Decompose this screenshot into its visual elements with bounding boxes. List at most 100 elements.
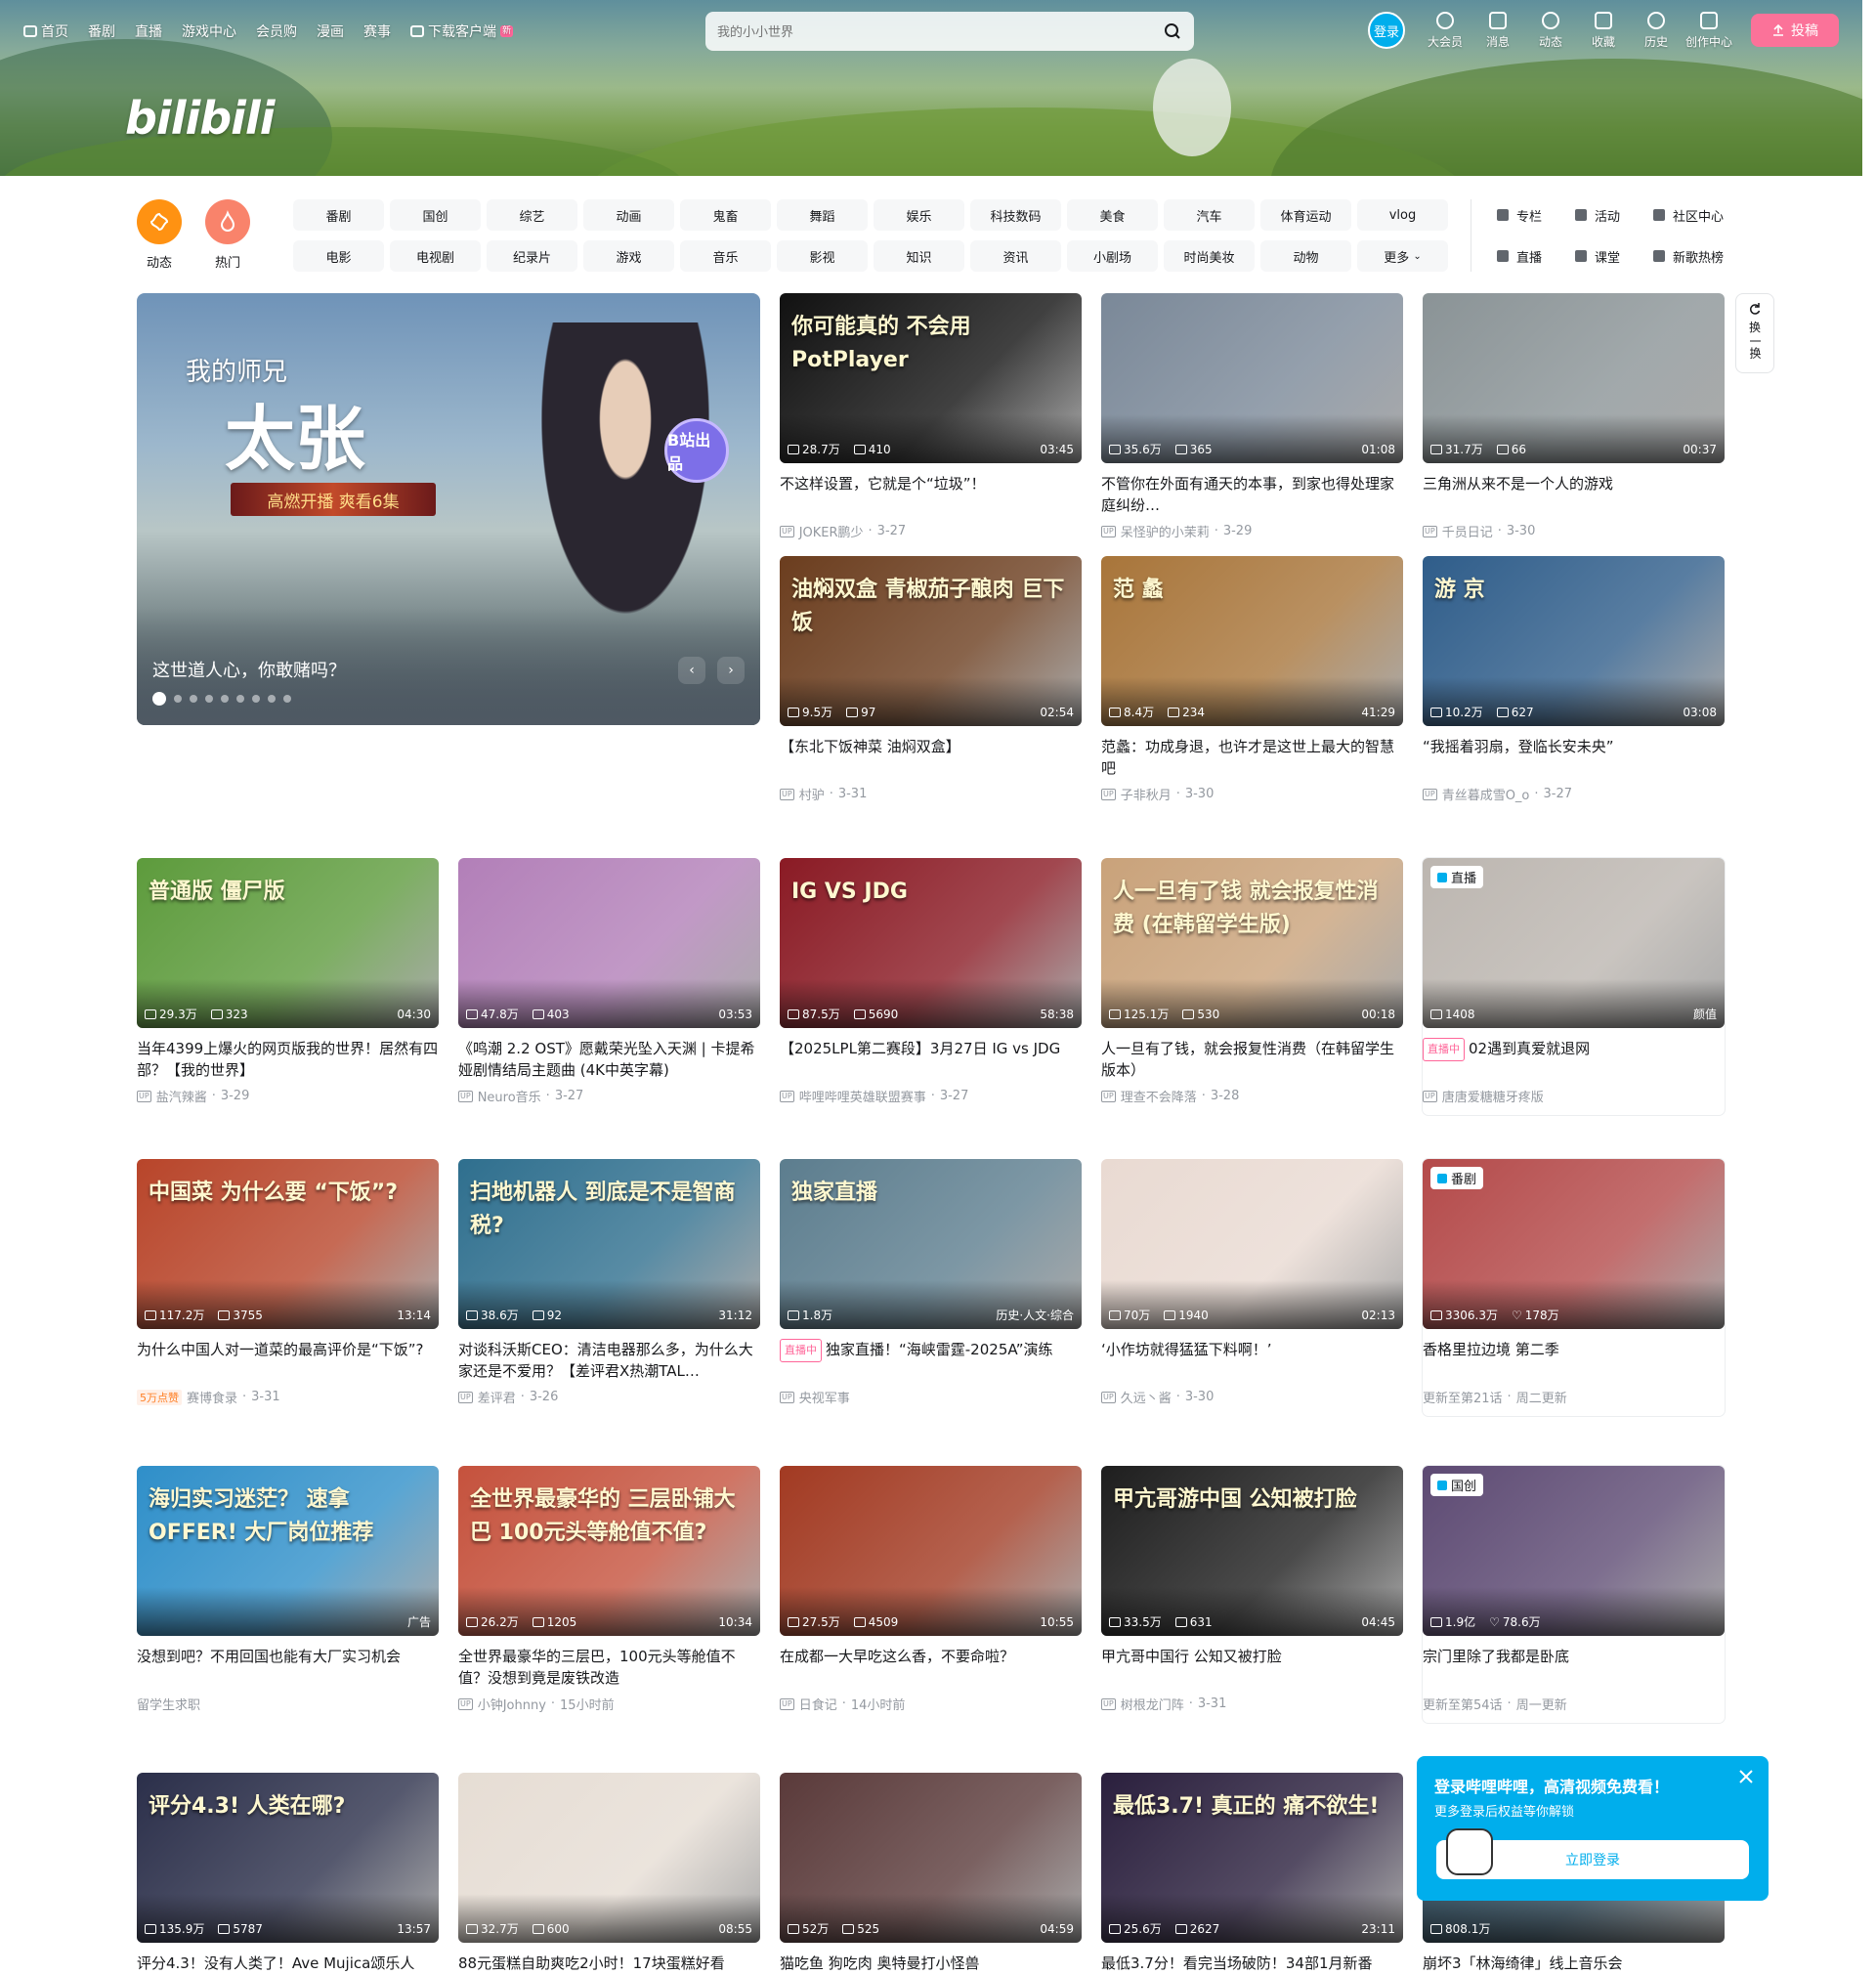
channel-tag[interactable]: 娱乐 — [874, 199, 964, 231]
video-thumbnail[interactable]: 32.7万 600 08:55 — [458, 1773, 760, 1943]
side-link[interactable]: 直播 — [1497, 240, 1575, 272]
side-link[interactable]: 社区中心 — [1653, 199, 1761, 231]
video-thumbnail[interactable]: 全世界最豪华的 三层卧铺大巴 100元头等舱值不值? 26.2万 1205 10:34 — [458, 1466, 760, 1636]
uploader-name[interactable]: 留学生求职 — [137, 1695, 200, 1713]
refresh-button[interactable]: 换 一换 — [1735, 293, 1774, 373]
channel-tag[interactable]: 音乐 — [680, 240, 771, 272]
video-thumbnail[interactable]: 游 京 10.2万 627 03:08 — [1423, 556, 1725, 726]
carousel-next-button[interactable]: › — [717, 657, 745, 684]
video-card[interactable]: 直播 1408 颜值 直播中 02遇到真爱就退网 UP 唐唐爱糖糖牙疼版 — [1423, 858, 1725, 1115]
video-title[interactable]: 对谈科沃斯CEO：清洁电器那么多，为什么大家还是不爱用？【差评君X热潮TAL… — [458, 1339, 760, 1382]
video-card[interactable]: 独家直播 1.8万 历史·人文·综合 直播中 独家直播！“海峡雷霆-2025A”演练 UP… — [780, 1159, 1082, 1406]
video-title[interactable]: 不这样设置，它就是个“垃圾”！ — [780, 473, 1082, 516]
video-card[interactable]: 47.8万 403 03:53 《鸣潮 2.2 OST》愿戴荣光坠入天渊 | 卡提希娅… — [458, 858, 760, 1105]
side-link[interactable]: 活动 — [1575, 199, 1653, 231]
uploader-name[interactable]: 理查不会降落 — [1121, 1087, 1197, 1105]
video-title[interactable]: 没想到吧？不用回国也能有大厂实习机会 — [137, 1646, 439, 1689]
right-nav-5[interactable]: 创作中心 — [1683, 12, 1735, 50]
video-card[interactable]: 52万 525 04:59 猫吃鱼 狗吃肉 奥特曼打小怪兽 — [780, 1773, 1082, 1975]
login-avatar-button[interactable]: 登录 — [1368, 12, 1405, 49]
channel-dynamic[interactable]: 动态 — [137, 199, 182, 271]
search-icon[interactable] — [1163, 21, 1182, 41]
video-thumbnail[interactable]: 独家直播 1.8万 历史·人文·综合 — [780, 1159, 1082, 1329]
video-thumbnail[interactable]: IG VS JDG 87.5万 5690 58:38 — [780, 858, 1082, 1028]
uploader-name[interactable]: 赛博食录 — [187, 1388, 237, 1406]
carousel-dot[interactable] — [152, 692, 166, 706]
uploader-name[interactable]: 子非秋月 — [1121, 785, 1172, 803]
channel-tag[interactable]: 国创 — [390, 199, 481, 231]
uploader-name[interactable]: 千员日记 — [1442, 522, 1493, 540]
channel-tag[interactable]: 知识 — [874, 240, 964, 272]
carousel-dot[interactable] — [221, 695, 229, 703]
side-link[interactable]: 新歌热榜 — [1653, 240, 1761, 272]
video-thumbnail[interactable]: 油焖双盒 青椒茄子酿肉 巨下饭 9.5万 97 02:54 — [780, 556, 1082, 726]
video-card[interactable]: 中国菜 为什么要 “下饭”? 117.2万 3755 13:14 为什么中国人对一道菜的… — [137, 1159, 439, 1406]
video-thumbnail[interactable]: 你可能真的 不会用 PotPlayer 28.7万 410 03:45 — [780, 293, 1082, 463]
uploader-name[interactable]: 小钟Johnny — [478, 1695, 546, 1713]
video-thumbnail[interactable]: 扫地机器人 到底是不是智商税? 38.6万 92 31:12 — [458, 1159, 760, 1329]
search-input[interactable] — [717, 20, 1147, 43]
uploader-name[interactable]: Neuro音乐 — [478, 1087, 541, 1105]
right-nav-1[interactable]: 消息 — [1471, 12, 1524, 50]
right-nav-2[interactable]: 动态 — [1524, 12, 1577, 50]
carousel-prev-button[interactable]: ‹ — [678, 657, 705, 684]
uploader-name[interactable]: 央视军事 — [799, 1388, 850, 1406]
video-title[interactable]: 三角洲从来不是一个人的游戏 — [1423, 473, 1725, 516]
video-card[interactable]: 最低3.7! 真正的 痛不欲生! 25.6万 2627 23:11 最低3.7分！看完当… — [1101, 1773, 1403, 1975]
channel-tag[interactable]: 美食 — [1067, 199, 1158, 231]
channel-tag[interactable]: 动物 — [1260, 240, 1351, 272]
video-card[interactable]: 评分4.3! 人类在哪? 135.9万 5787 13:57 评分4.3！没有人类了！A… — [137, 1773, 439, 1975]
side-link[interactable]: 专栏 — [1497, 199, 1575, 231]
video-card[interactable]: 32.7万 600 08:55 88元蛋糕自助爽吃2小时！17块蛋糕好看 — [458, 1773, 760, 1975]
video-title[interactable]: 最低3.7分！看完当场破防！34部1月新番 — [1101, 1953, 1403, 1975]
search-bar[interactable] — [705, 12, 1194, 51]
video-thumbnail[interactable]: 人一旦有了钱 就会报复性消费 (在韩留学生版) 125.1万 530 00:18 — [1101, 858, 1403, 1028]
nav-item-0[interactable]: 首页 — [23, 21, 68, 41]
close-icon[interactable] — [1737, 1768, 1755, 1785]
video-title[interactable]: 宗门里除了我都是卧底 — [1423, 1646, 1725, 1689]
video-title[interactable]: 不管你在外面有通天的本事，到家也得处理家庭纠纷… — [1101, 473, 1403, 516]
right-nav-3[interactable]: 收藏 — [1577, 12, 1630, 50]
channel-tag[interactable]: 电影 — [293, 240, 384, 272]
video-card[interactable]: IG VS JDG 87.5万 5690 58:38 【2025LPL第二赛段】3月27… — [780, 858, 1082, 1105]
carousel-dot[interactable] — [268, 695, 276, 703]
video-card[interactable]: 番剧 3306.3万 ♡ 178万 香格里拉边境 第二季 更新至第21话 · 周二更新 — [1423, 1159, 1725, 1416]
uploader-name[interactable]: 日食记 — [799, 1695, 837, 1713]
uploader-name[interactable]: 村驴 — [799, 785, 825, 803]
uploader-name[interactable]: JOKER鹏少 — [799, 522, 864, 540]
video-card[interactable]: 国创 1.9亿 ♡ 78.6万 宗门里除了我都是卧底 更新至第54话 · 周一更新 — [1423, 1466, 1725, 1723]
video-thumbnail[interactable]: 31.7万 66 00:37 — [1423, 293, 1725, 463]
channel-hot[interactable]: 热门 — [205, 199, 250, 271]
channel-tag[interactable]: 动画 — [583, 199, 674, 231]
channel-tag[interactable]: 舞蹈 — [777, 199, 868, 231]
carousel-dot[interactable] — [252, 695, 260, 703]
channel-tag[interactable]: 汽车 — [1164, 199, 1255, 231]
nav-item-7[interactable]: 下载客户端新 — [410, 21, 514, 41]
video-title[interactable]: 《鸣潮 2.2 OST》愿戴荣光坠入天渊 | 卡提希娅剧情结局主题曲 (4K中英… — [458, 1038, 760, 1081]
video-title[interactable]: 全世界最豪华的三层巴，100元头等舱值不值？没想到竟是废铁改造 — [458, 1646, 760, 1689]
channel-tag[interactable]: 游戏 — [583, 240, 674, 272]
video-title[interactable]: 人一旦有了钱，就会报复性消费（在韩留学生版本） — [1101, 1038, 1403, 1081]
video-thumbnail[interactable]: 70万 1940 02:13 — [1101, 1159, 1403, 1329]
video-thumbnail[interactable]: 35.6万 365 01:08 — [1101, 293, 1403, 463]
video-title[interactable]: 直播中 独家直播！“海峡雷霆-2025A”演练 — [780, 1339, 1082, 1382]
video-title[interactable]: 猫吃鱼 狗吃肉 奥特曼打小怪兽 — [780, 1953, 1082, 1975]
video-title[interactable]: 崩坏3「林海绮律」线上音乐会 — [1423, 1953, 1725, 1975]
video-card[interactable]: 范 蠡 8.4万 234 41:29 范蠡：功成身退，也许才是这世上最大的智慧吧 UP 子非… — [1101, 556, 1403, 803]
video-card[interactable]: 全世界最豪华的 三层卧铺大巴 100元头等舱值不值? 26.2万 1205 10:34… — [458, 1466, 760, 1713]
featured-carousel[interactable]: 我的师兄 太张 高燃开播 爽看6集 B站出品 这世道人心，你敢赌吗？ ‹ › — [137, 293, 760, 725]
video-card[interactable]: 普通版 僵尸版 29.3万 323 04:30 当年4399上爆火的网页版我的世界！居然… — [137, 858, 439, 1105]
side-link[interactable]: 课堂 — [1575, 240, 1653, 272]
channel-tag[interactable]: vlog — [1357, 199, 1448, 231]
video-thumbnail[interactable]: 中国菜 为什么要 “下饭”? 117.2万 3755 13:14 — [137, 1159, 439, 1329]
channel-tag[interactable]: 资讯 — [970, 240, 1061, 272]
video-thumbnail[interactable]: 评分4.3! 人类在哪? 135.9万 5787 13:57 — [137, 1773, 439, 1943]
video-card[interactable]: 油焖双盒 青椒茄子酿肉 巨下饭 9.5万 97 02:54 【东北下饭神菜 油焖双盒】 U… — [780, 556, 1082, 803]
video-card[interactable]: 扫地机器人 到底是不是智商税? 38.6万 92 31:12 对谈科沃斯CEO：清洁电器… — [458, 1159, 760, 1406]
nav-item-6[interactable]: 赛事 — [363, 21, 391, 41]
carousel-dot[interactable] — [174, 695, 182, 703]
right-nav-0[interactable]: 大会员 — [1419, 12, 1471, 50]
channel-tag[interactable]: 鬼畜 — [680, 199, 771, 231]
channel-tag[interactable]: 电视剧 — [390, 240, 481, 272]
video-card[interactable]: 你可能真的 不会用 PotPlayer 28.7万 410 03:45 不这样设置，它就… — [780, 293, 1082, 540]
